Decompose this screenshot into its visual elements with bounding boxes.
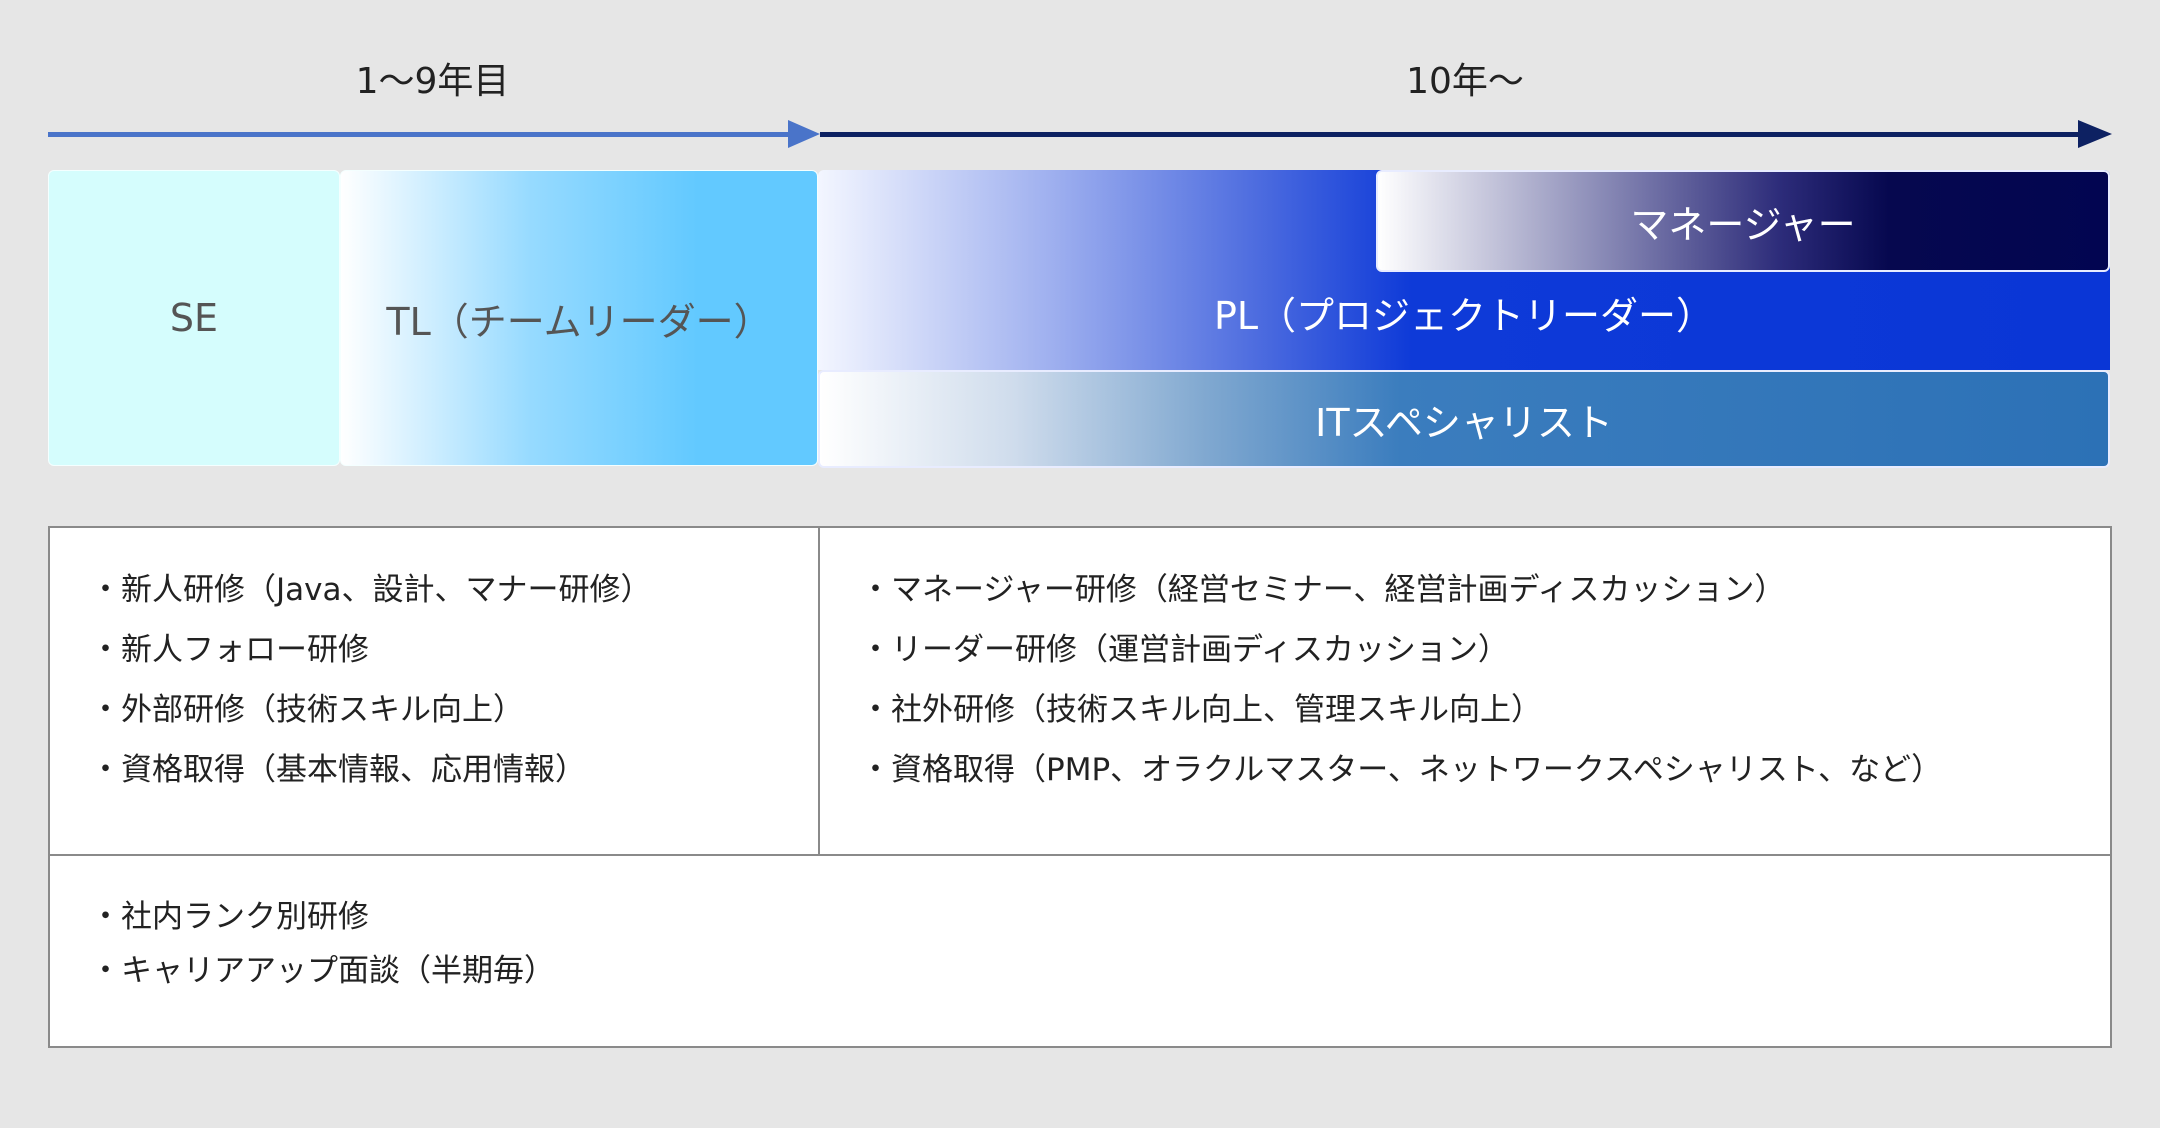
role-box-it-specialist: ITスペシャリスト bbox=[818, 370, 2110, 468]
phase-label-years-1-9: 1〜9年目 bbox=[355, 61, 510, 102]
training-table: ・新人研修（Java、設計、マナー研修） ・新人フォロー研修 ・外部研修（技術ス… bbox=[48, 526, 2112, 1048]
role-label-pl: PL（プロジェクトリーダー） bbox=[1213, 294, 1715, 338]
role-label-manager: マネージャー bbox=[1630, 202, 1856, 247]
list-item: ・新人研修（Java、設計、マナー研修） bbox=[90, 572, 652, 608]
training-cell-common: ・社内ランク別研修 ・キャリアアップ面談（半期毎） bbox=[90, 890, 555, 998]
timeline-arrow-early bbox=[48, 132, 788, 137]
arrow-head-icon bbox=[2078, 120, 2112, 148]
list-item: ・資格取得（PMP、オラクルマスター、ネットワークスペシャリスト、など） bbox=[860, 752, 1943, 788]
list-item: ・キャリアアップ面談（半期毎） bbox=[90, 953, 555, 989]
list-item: ・リーダー研修（運営計画ディスカッション） bbox=[860, 632, 1509, 668]
role-label-se: SE bbox=[169, 296, 219, 340]
list-item: ・社内ランク別研修 bbox=[90, 899, 369, 935]
timeline-arrow-later bbox=[820, 132, 2080, 137]
role-box-se: SE bbox=[48, 170, 340, 466]
phase-label-years-10-plus: 10年〜 bbox=[1406, 61, 1524, 102]
list-item: ・新人フォロー研修 bbox=[90, 632, 369, 668]
role-box-manager: マネージャー bbox=[1376, 170, 2110, 272]
list-item: ・マネージャー研修（経営セミナー、経営計画ディスカッション） bbox=[860, 572, 1786, 608]
training-table-divider bbox=[818, 528, 820, 856]
role-box-tl: TL（チームリーダー） bbox=[340, 170, 818, 466]
arrow-head-icon bbox=[788, 120, 820, 148]
role-label-tl: TL（チームリーダー） bbox=[386, 299, 772, 344]
role-label-it-specialist: ITスペシャリスト bbox=[1315, 400, 1613, 445]
training-cell-later: ・マネージャー研修（経営セミナー、経営計画ディスカッション） ・リーダー研修（運… bbox=[860, 560, 1942, 800]
list-item: ・資格取得（基本情報、応用情報） bbox=[90, 752, 586, 788]
list-item: ・社外研修（技術スキル向上、管理スキル向上） bbox=[860, 692, 1542, 728]
list-item: ・外部研修（技術スキル向上） bbox=[90, 692, 524, 728]
training-cell-early: ・新人研修（Java、設計、マナー研修） ・新人フォロー研修 ・外部研修（技術ス… bbox=[90, 560, 651, 800]
